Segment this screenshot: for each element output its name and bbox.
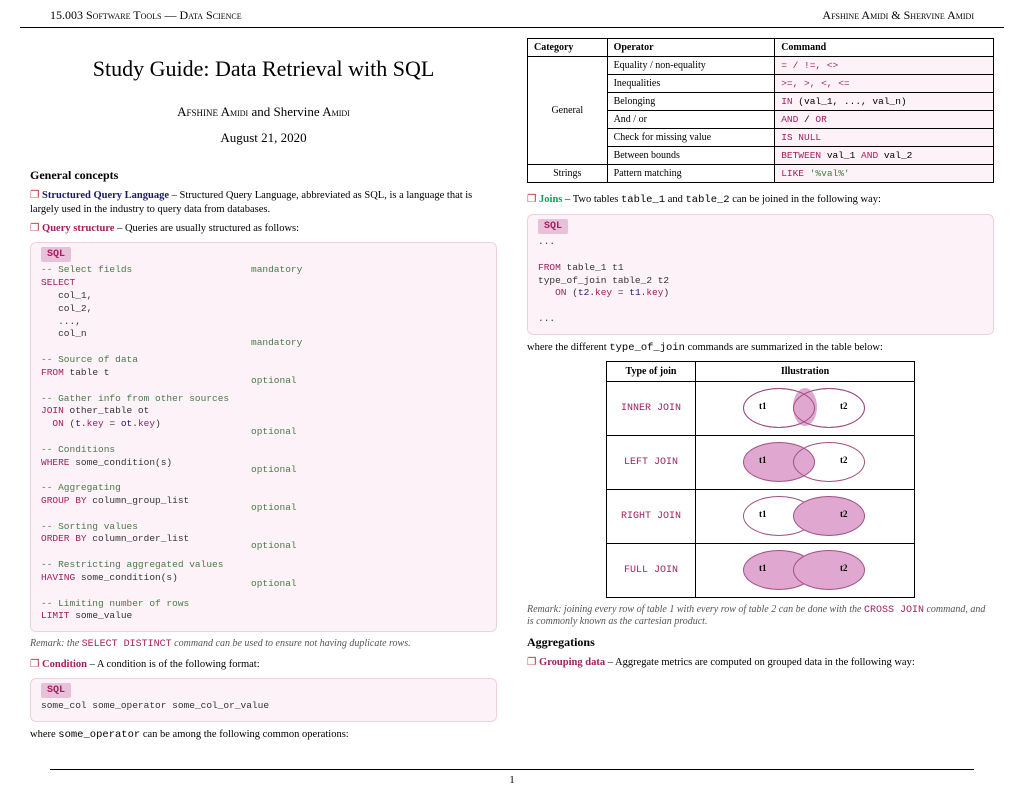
joins-tail: where the different type_of_join command… [527, 341, 994, 356]
venn-right-join: t1t2 [725, 494, 885, 536]
doc-title: Study Guide: Data Retrieval with SQL [30, 56, 497, 82]
venn-inner-join: t1t2 [725, 386, 885, 428]
def-sql: ❐ Structured Query Language – Structured… [30, 189, 497, 216]
def-grouping: ❐ Grouping data – Aggregate metrics are … [527, 656, 994, 670]
remark-cross-join: Remark: joining every row of table 1 wit… [527, 604, 994, 627]
doc-date: August 21, 2020 [30, 130, 497, 146]
header-left: 15.003 Software Tools — Data Science [50, 8, 242, 23]
page-footer: 1 [50, 769, 974, 786]
def-joins: ❐ Joins – Two tables table_1 and table_2… [527, 193, 994, 208]
def-query-structure: ❐ Query structure – Queries are usually … [30, 222, 497, 236]
join-table: Type of joinIllustration INNER JOIN t1t2… [606, 361, 915, 598]
code-condition: SQL some_col some_operator some_col_or_v… [30, 678, 497, 722]
code-query-structure: SQL -- Select fieldsmandatory SELECT col… [30, 242, 497, 632]
doc-author: Afshine Amidi and Shervine Amidi [30, 104, 497, 120]
operator-table: CategoryOperatorCommand GeneralEquality … [527, 38, 994, 183]
section-aggregations: Aggregations [527, 635, 994, 650]
def-condition: ❐ Condition – A condition is of the foll… [30, 658, 497, 672]
right-column: CategoryOperatorCommand GeneralEquality … [527, 38, 994, 749]
condition-tail: where some_operator can be among the fol… [30, 728, 497, 743]
page-number: 1 [509, 774, 515, 786]
remark-select-distinct: Remark: the SELECT DISTINCT command can … [30, 638, 497, 650]
section-general-concepts: General concepts [30, 168, 497, 183]
page-content: Study Guide: Data Retrieval with SQL Afs… [0, 28, 1024, 759]
venn-full-join: t1t2 [725, 548, 885, 590]
venn-left-join: t1t2 [725, 440, 885, 482]
left-column: Study Guide: Data Retrieval with SQL Afs… [30, 38, 497, 749]
code-joins: SQL ... FROM table_1 t1 type_of_join tab… [527, 214, 994, 335]
header-right: Afshine Amidi & Shervine Amidi [822, 8, 974, 23]
page-header: 15.003 Software Tools — Data Science Afs… [20, 0, 1004, 28]
